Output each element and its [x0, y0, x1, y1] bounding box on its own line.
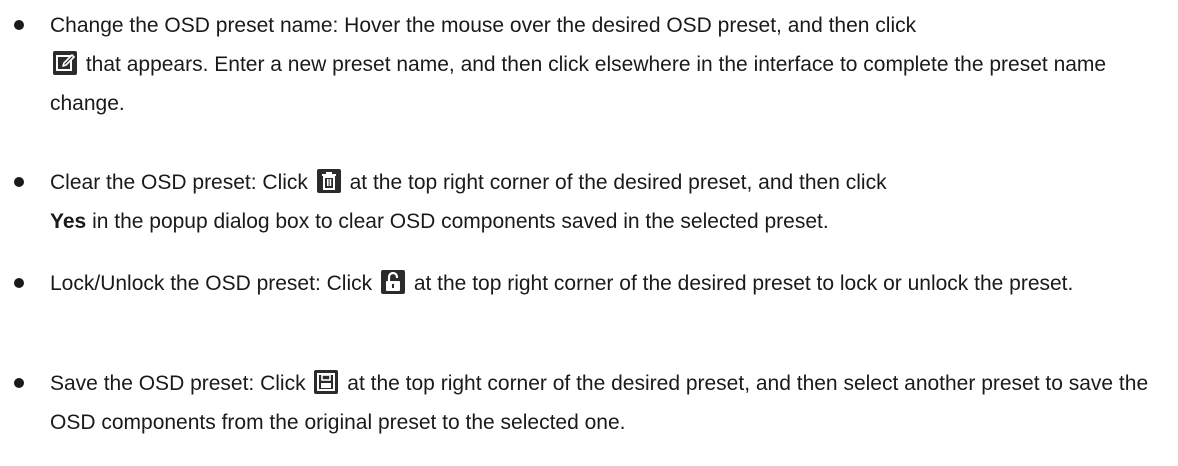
bullet — [14, 20, 24, 30]
trash-icon — [316, 169, 341, 193]
list-item-lock-preset: Lock/Unlock the OSD preset: Click at the… — [14, 264, 1155, 303]
list-item-change-preset-name: Change the OSD preset name: Hover the mo… — [14, 6, 1155, 123]
edit-icon — [53, 51, 77, 75]
item-text: that appears. Enter a new preset name, a… — [50, 53, 1107, 115]
item-text: Change the OSD preset name: Hover the mo… — [50, 14, 917, 37]
item-text: Save the OSD preset: Click — [50, 372, 306, 395]
bullet — [14, 177, 24, 187]
item-text: Clear the OSD preset: Click — [50, 171, 308, 194]
item-text: in the popup dialog box to clear OSD com… — [92, 210, 829, 233]
item-text: at the top right corner of the desired p… — [349, 171, 887, 194]
list-item-save-preset: Save the OSD preset: Click at the top ri… — [14, 364, 1155, 442]
save-icon — [314, 370, 339, 394]
list-item-clear-preset: Clear the OSD preset: Click at the top r… — [14, 163, 1155, 241]
bullet — [14, 278, 24, 288]
bullet — [14, 378, 24, 388]
unlock-icon — [380, 270, 405, 294]
yes-label: Yes — [50, 210, 87, 233]
item-text: at the top right corner of the desired p… — [413, 272, 1074, 295]
document-body: Change the OSD preset name: Hover the mo… — [0, 0, 1178, 466]
item-text: Lock/Unlock the OSD preset: Click — [50, 272, 373, 295]
